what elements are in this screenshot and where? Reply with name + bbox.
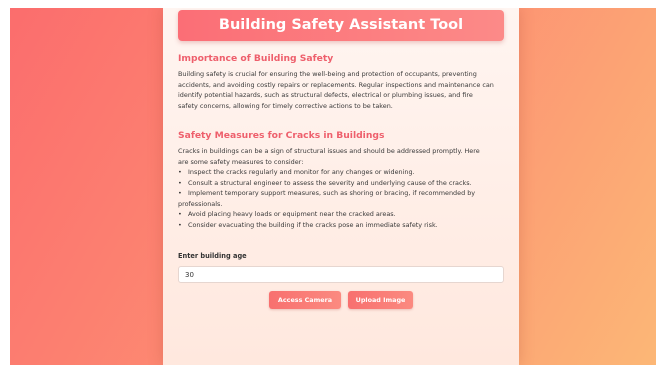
list-item: • Inspect the cracks regularly and monito… xyxy=(178,167,508,178)
bullet-icon: • xyxy=(178,178,182,187)
safety-measures-list: • Inspect the cracks regularly and monito… xyxy=(178,167,508,230)
list-item-text: Consider evacuating the building if the … xyxy=(188,220,438,229)
list-item-text-continued: professionals. xyxy=(178,199,223,208)
bullet-icon: • xyxy=(178,168,182,176)
cracks-intro-line: Cracks in buildings can be a sign of str… xyxy=(178,147,480,155)
cracks-heading: Safety Measures for Cracks in Buildings xyxy=(178,130,385,141)
bullet-icon: • xyxy=(178,189,182,197)
importance-paragraph: Building safety is crucial for ensuring … xyxy=(178,69,508,111)
bullet-icon: • xyxy=(178,220,182,229)
list-item-text: Consult a structural engineer to assess … xyxy=(188,178,472,187)
list-item: • Consult a structural engineer to assess… xyxy=(178,178,508,189)
list-item: • Implement temporary support measures, s… xyxy=(178,188,508,209)
main-card: Building Safety Assistant Tool Importanc… xyxy=(163,8,519,365)
importance-line: accidents, and avoiding costly repairs o… xyxy=(178,80,494,89)
page-background: Building Safety Assistant Tool Importanc… xyxy=(10,8,656,365)
bullet-icon: • xyxy=(178,210,182,218)
building-age-input[interactable] xyxy=(178,266,504,283)
importance-line: Building safety is crucial for ensuring … xyxy=(178,70,477,78)
list-item: • Avoid placing heavy loads or equipment … xyxy=(178,209,508,220)
cracks-intro: Cracks in buildings can be a sign of str… xyxy=(178,146,508,167)
app-title: Building Safety Assistant Tool xyxy=(178,10,504,41)
upload-image-button[interactable]: Upload Image xyxy=(348,291,413,309)
building-age-label: Enter building age xyxy=(178,252,247,260)
list-item-text: Implement temporary support measures, su… xyxy=(188,189,476,197)
importance-line: identify potential hazards, such as stru… xyxy=(178,91,473,99)
list-item-text: Avoid placing heavy loads or equipment n… xyxy=(188,210,396,218)
list-item: • Consider evacuating the building if the… xyxy=(178,220,508,231)
list-item-text: Inspect the cracks regularly and monitor… xyxy=(188,168,415,176)
access-camera-button[interactable]: Access Camera xyxy=(269,291,341,309)
importance-line: safety concerns, allowing for timely cor… xyxy=(178,101,393,110)
importance-heading: Importance of Building Safety xyxy=(178,53,334,64)
cracks-intro-line: are some safety measures to consider: xyxy=(178,157,304,166)
